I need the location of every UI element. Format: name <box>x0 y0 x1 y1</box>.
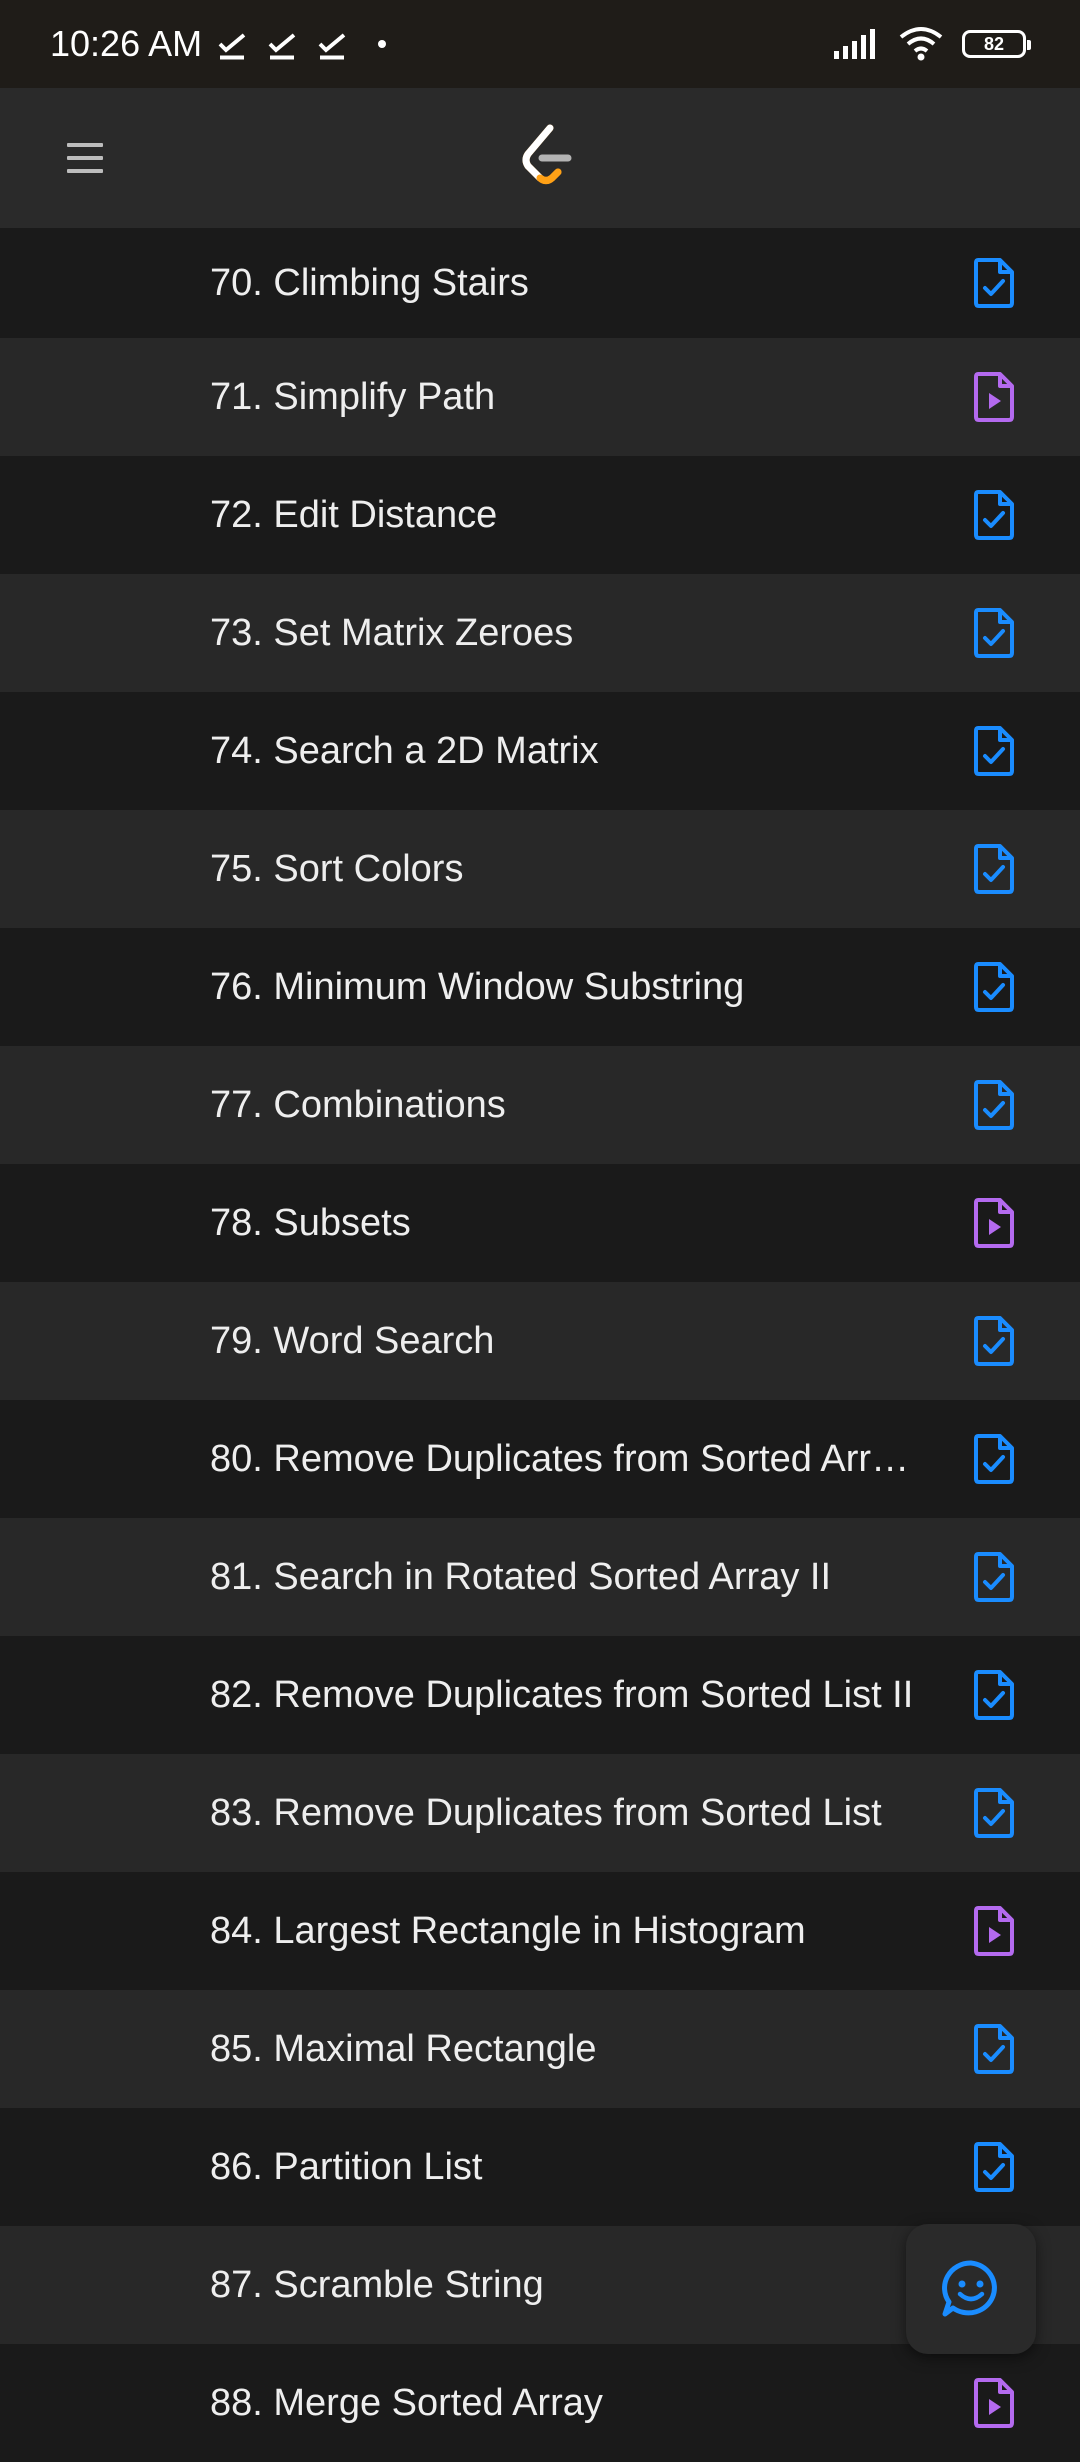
problem-title: 75. Sort Colors <box>210 847 464 890</box>
solution-icon[interactable] <box>972 843 1016 895</box>
problem-title: 85. Maximal Rectangle <box>210 2027 597 2070</box>
wifi-icon <box>899 27 943 61</box>
problem-row[interactable]: 79. Word Search <box>0 1282 1080 1400</box>
problem-title: 87. Scramble String <box>210 2263 544 2306</box>
status-right: 82 <box>832 0 1031 88</box>
solution-icon[interactable] <box>972 1551 1016 1603</box>
problem-title: 83. Remove Duplicates from Sorted List <box>210 1791 882 1834</box>
hamburger-menu-icon <box>67 143 103 173</box>
problem-title: 70. Climbing Stairs <box>210 261 529 304</box>
video-solution-icon[interactable] <box>972 1197 1016 1249</box>
status-time: 10:26 AM <box>50 23 203 64</box>
problem-row[interactable]: 86. Partition List <box>0 2108 1080 2226</box>
problem-row[interactable]: 76. Minimum Window Substring <box>0 928 1080 1046</box>
problem-row[interactable]: 78. Subsets <box>0 1164 1080 1282</box>
problem-row[interactable]: 72. Edit Distance <box>0 456 1080 574</box>
solution-icon[interactable] <box>972 2141 1016 2193</box>
problem-row[interactable]: 88. Merge Sorted Array <box>0 2344 1080 2462</box>
battery-level: 82 <box>983 33 1005 54</box>
download-done-icon <box>318 33 346 60</box>
solution-icon[interactable] <box>972 489 1016 541</box>
solution-icon[interactable] <box>972 607 1016 659</box>
problem-row[interactable]: 84. Largest Rectangle in Histogram <box>0 1872 1080 1990</box>
problem-row[interactable]: 82. Remove Duplicates from Sorted List I… <box>0 1636 1080 1754</box>
problem-title: 84. Largest Rectangle in Histogram <box>210 1909 806 1952</box>
problem-title: 80. Remove Duplicates from Sorted Array … <box>210 1437 922 1480</box>
video-solution-icon[interactable] <box>972 1905 1016 1957</box>
problem-row[interactable]: 74. Search a 2D Matrix <box>0 692 1080 810</box>
problem-list: 70. Climbing Stairs 71. Simplify Path 72. … <box>0 228 1080 2462</box>
problem-title: 81. Search in Rotated Sorted Array II <box>210 1555 832 1598</box>
problem-title: 88. Merge Sorted Array <box>210 2381 603 2424</box>
download-done-icon <box>268 33 296 60</box>
battery-icon: 82 <box>962 30 1031 58</box>
problem-row[interactable]: 81. Search in Rotated Sorted Array II <box>0 1518 1080 1636</box>
video-solution-icon[interactable] <box>972 2377 1016 2429</box>
solution-icon[interactable] <box>972 257 1016 309</box>
solution-icon[interactable] <box>972 725 1016 777</box>
solution-icon[interactable] <box>972 1669 1016 1721</box>
problem-row[interactable]: 75. Sort Colors <box>0 810 1080 928</box>
solution-icon[interactable] <box>972 1079 1016 1131</box>
solution-icon[interactable] <box>972 1433 1016 1485</box>
download-done-icon <box>218 33 246 60</box>
problem-row[interactable]: 71. Simplify Path <box>0 338 1080 456</box>
problem-title: 72. Edit Distance <box>210 493 498 536</box>
problem-title: 76. Minimum Window Substring <box>210 965 745 1008</box>
video-solution-icon[interactable] <box>972 371 1016 423</box>
problem-title: 73. Set Matrix Zeroes <box>210 611 574 654</box>
problem-row[interactable]: 70. Climbing Stairs <box>0 228 1080 338</box>
problem-row[interactable]: 83. Remove Duplicates from Sorted List <box>0 1754 1080 1872</box>
problem-row[interactable]: 73. Set Matrix Zeroes <box>0 574 1080 692</box>
solution-icon[interactable] <box>972 2023 1016 2075</box>
chat-button[interactable] <box>906 2224 1036 2354</box>
status-bar: 10:26 AM 82 <box>0 0 1080 88</box>
problem-title: 71. Simplify Path <box>210 375 496 418</box>
problem-title: 79. Word Search <box>210 1319 495 1362</box>
solution-icon[interactable] <box>972 1315 1016 1367</box>
solution-icon[interactable] <box>972 1787 1016 1839</box>
notification-icons <box>214 26 387 62</box>
problem-row[interactable]: 85. Maximal Rectangle <box>0 1990 1080 2108</box>
problem-title: 74. Search a 2D Matrix <box>210 729 599 772</box>
problem-row[interactable]: 77. Combinations <box>0 1046 1080 1164</box>
problem-row[interactable]: 80. Remove Duplicates from Sorted Array … <box>0 1400 1080 1518</box>
problem-title: 82. Remove Duplicates from Sorted List I… <box>210 1673 914 1716</box>
problem-title: 86. Partition List <box>210 2145 483 2188</box>
signal-icon <box>834 29 875 59</box>
chat-feedback-icon <box>942 2260 997 2317</box>
problem-title: 77. Combinations <box>210 1083 506 1126</box>
problem-title: 78. Subsets <box>210 1201 411 1244</box>
app-header <box>0 88 1080 228</box>
status-time-group: 10:26 AM <box>50 0 387 88</box>
menu-button[interactable] <box>60 128 110 188</box>
solution-icon[interactable] <box>972 961 1016 1013</box>
more-notifications-dot-icon <box>378 40 387 48</box>
leetcode-logo-icon[interactable] <box>510 120 582 192</box>
